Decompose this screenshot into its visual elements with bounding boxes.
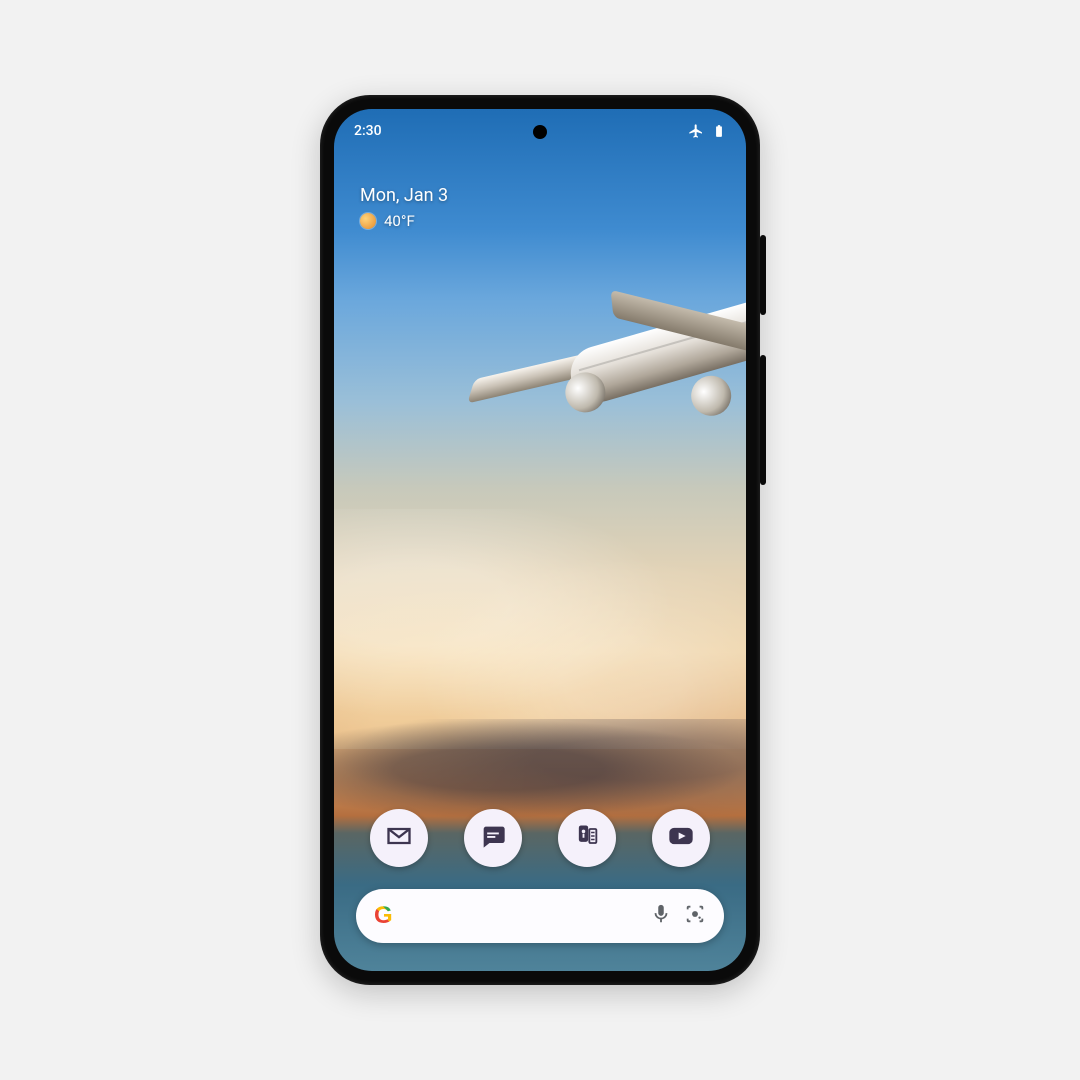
airplane-mode-icon xyxy=(688,123,704,139)
lens-icon[interactable] xyxy=(684,903,706,929)
phone-frame: 2:30 Mon, Jan 3 40°F xyxy=(320,95,760,985)
wallpaper-clouds xyxy=(334,509,746,749)
messages-icon xyxy=(479,822,507,854)
camera-punch-hole xyxy=(533,125,547,139)
date-label: Mon, Jan 3 xyxy=(360,185,448,206)
search-bar[interactable]: G xyxy=(356,889,724,943)
mic-icon[interactable] xyxy=(650,903,672,929)
youtube-icon xyxy=(667,822,695,854)
recorder-icon xyxy=(573,822,601,854)
temperature-label: 40°F xyxy=(384,212,415,230)
sunny-icon xyxy=(360,213,376,229)
status-time: 2:30 xyxy=(354,123,382,139)
recorder-app[interactable] xyxy=(558,809,616,867)
power-button[interactable] xyxy=(760,235,766,315)
youtube-app[interactable] xyxy=(652,809,710,867)
messages-app[interactable] xyxy=(464,809,522,867)
gmail-icon xyxy=(385,822,413,854)
gmail-app[interactable] xyxy=(370,809,428,867)
google-logo: G xyxy=(374,902,393,930)
battery-full-icon xyxy=(712,122,726,140)
wallpaper-dark-clouds xyxy=(334,719,746,819)
volume-rocker[interactable] xyxy=(760,355,766,485)
status-icons xyxy=(688,122,726,140)
weather-row: 40°F xyxy=(360,212,448,230)
at-a-glance-widget[interactable]: Mon, Jan 3 40°F xyxy=(360,185,448,230)
wallpaper-airplane xyxy=(428,253,746,525)
home-screen[interactable]: 2:30 Mon, Jan 3 40°F xyxy=(334,109,746,971)
dock xyxy=(334,809,746,867)
